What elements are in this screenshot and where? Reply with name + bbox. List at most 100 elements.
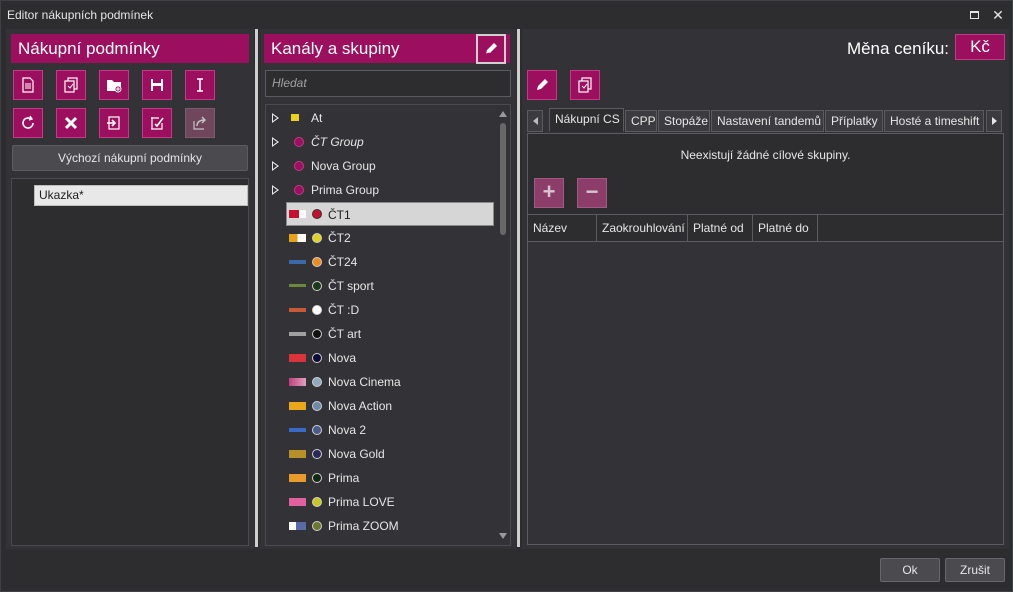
tree-scrollbar[interactable] bbox=[498, 107, 508, 543]
expand-icon[interactable] bbox=[272, 137, 279, 147]
tree-group-nova[interactable]: Nova Group bbox=[266, 154, 498, 178]
grid-header: Název Zaokrouhlování Platné od Platné do bbox=[528, 215, 1003, 242]
rename-icon[interactable] bbox=[185, 70, 215, 100]
tab-priplatky[interactable]: Příplatky bbox=[825, 110, 883, 132]
currency-label: Měna ceníku: bbox=[846, 39, 949, 58]
channel-color-icon bbox=[312, 521, 322, 531]
export-icon[interactable] bbox=[185, 108, 215, 138]
channel-color-icon bbox=[312, 353, 322, 363]
scroll-up-icon[interactable] bbox=[499, 111, 507, 117]
chevron-right-icon bbox=[992, 117, 997, 125]
column-header[interactable]: Platné do bbox=[753, 215, 818, 242]
channel-logo-icon bbox=[289, 308, 306, 312]
channel-ct24[interactable]: ČT24 bbox=[266, 250, 498, 274]
channel-color-icon bbox=[312, 449, 322, 459]
save-icon[interactable] bbox=[142, 70, 172, 100]
tab-stopaze[interactable]: Stopáže bbox=[658, 110, 710, 132]
splitter-right[interactable] bbox=[517, 29, 520, 547]
tab-tandemy[interactable]: Nastavení tandemů bbox=[711, 110, 824, 132]
column-header[interactable]: Platné od bbox=[688, 215, 753, 242]
copy-icon[interactable] bbox=[56, 70, 86, 100]
scroll-down-icon[interactable] bbox=[499, 533, 507, 539]
search-input[interactable]: Hledat bbox=[265, 70, 511, 97]
channel-color-icon bbox=[312, 473, 322, 483]
channel-prima-love[interactable]: Prima LOVE bbox=[266, 490, 498, 514]
pencil-icon bbox=[537, 79, 548, 90]
cancel-button[interactable]: Zrušit bbox=[945, 558, 1005, 582]
edit-check-icon[interactable] bbox=[142, 108, 172, 138]
expand-icon[interactable] bbox=[272, 113, 279, 123]
tab-hoste-timeshift[interactable]: Hosté a timeshift bbox=[884, 110, 984, 132]
channels-header: Kanály a skupiny bbox=[264, 34, 510, 63]
splitter-left[interactable] bbox=[255, 29, 258, 547]
tab-nakupni-cs[interactable]: Nákupní CS bbox=[549, 108, 624, 132]
folder-icon bbox=[291, 114, 299, 121]
expand-icon[interactable] bbox=[272, 185, 279, 195]
new-document-icon[interactable] bbox=[13, 70, 43, 100]
channel-logo-icon bbox=[289, 498, 306, 506]
expand-icon[interactable] bbox=[272, 161, 279, 171]
channel-nova-2[interactable]: Nova 2 bbox=[266, 418, 498, 442]
column-header[interactable]: Název bbox=[528, 215, 597, 242]
channel-color-icon bbox=[312, 377, 322, 387]
empty-message: Neexistují žádné cílové skupiny. bbox=[680, 148, 851, 162]
channel-logo-icon bbox=[289, 474, 306, 482]
channel-ct-art[interactable]: ČT art bbox=[266, 322, 498, 346]
channel-color-icon bbox=[312, 209, 322, 219]
tree-group-ct[interactable]: ČT Group bbox=[266, 130, 498, 154]
tab-content: Neexistují žádné cílové skupiny. + − Náz… bbox=[527, 133, 1004, 545]
conditions-list: Ukazka* bbox=[11, 178, 249, 546]
channel-logo-icon bbox=[289, 332, 306, 336]
remove-button[interactable]: − bbox=[577, 178, 607, 208]
channel-color-icon bbox=[312, 233, 322, 243]
channel-nova-action[interactable]: Nova Action bbox=[266, 394, 498, 418]
tree-group-prima[interactable]: Prima Group bbox=[266, 178, 498, 202]
channel-color-icon bbox=[312, 401, 322, 411]
channel-logo-icon bbox=[289, 260, 306, 264]
channel-ct1[interactable]: ČT1 bbox=[286, 202, 494, 226]
channel-prima[interactable]: Prima bbox=[266, 466, 498, 490]
title-bar: Editor nákupních podmínek ✕ bbox=[1, 1, 1012, 28]
channel-ct-sport[interactable]: ČT sport bbox=[266, 274, 498, 298]
column-header[interactable]: Zaokrouhlování bbox=[597, 215, 688, 242]
channel-color-icon bbox=[312, 281, 322, 291]
group-color-icon bbox=[294, 185, 304, 195]
copy-button[interactable] bbox=[570, 70, 600, 100]
import-icon[interactable] bbox=[99, 108, 129, 138]
channel-nova-gold[interactable]: Nova Gold bbox=[266, 442, 498, 466]
edit-channels-button[interactable] bbox=[476, 34, 506, 64]
channels-tree: At ČT Group Nova Group Prima Group ČT1 Č… bbox=[265, 104, 511, 546]
list-item[interactable]: Ukazka* bbox=[34, 185, 248, 206]
refresh-icon[interactable] bbox=[13, 108, 43, 138]
detail-pane: Měna ceníku: Kč Nákupní CS CPP Stopáže N… bbox=[522, 29, 1009, 549]
channel-logo-icon bbox=[289, 354, 306, 362]
tab-strip: Nákupní CS CPP Stopáže Nastavení tandemů… bbox=[527, 107, 1007, 133]
tab-cpp[interactable]: CPP bbox=[625, 110, 657, 132]
channel-ct-d[interactable]: ČT :D bbox=[266, 298, 498, 322]
channel-color-icon bbox=[312, 305, 322, 315]
channel-logo-icon bbox=[289, 284, 306, 287]
channel-color-icon bbox=[312, 425, 322, 435]
delete-icon[interactable] bbox=[56, 108, 86, 138]
channel-logo-icon bbox=[289, 402, 306, 410]
channel-prima-zoom[interactable]: Prima ZOOM bbox=[266, 514, 498, 538]
close-icon[interactable]: ✕ bbox=[990, 7, 1006, 23]
currency-button[interactable]: Kč bbox=[955, 34, 1005, 60]
edit-button[interactable] bbox=[527, 70, 557, 100]
channel-logo-icon bbox=[289, 210, 306, 218]
channel-nova-cinema[interactable]: Nova Cinema bbox=[266, 370, 498, 394]
scroll-thumb[interactable] bbox=[500, 123, 506, 235]
ok-button[interactable]: Ok bbox=[880, 558, 940, 582]
tree-group-at[interactable]: At bbox=[266, 106, 498, 130]
channel-logo-icon bbox=[289, 428, 306, 432]
tab-scroll-left[interactable] bbox=[527, 110, 543, 132]
maximize-icon[interactable] bbox=[966, 7, 982, 23]
tab-scroll-right[interactable] bbox=[986, 110, 1002, 132]
add-button[interactable]: + bbox=[534, 178, 564, 208]
open-folder-icon[interactable] bbox=[99, 70, 129, 100]
channel-logo-icon bbox=[289, 450, 306, 458]
channel-nova[interactable]: Nova bbox=[266, 346, 498, 370]
default-conditions-button[interactable]: Výchozí nákupní podmínky bbox=[12, 145, 248, 171]
channel-ct2[interactable]: ČT2 bbox=[266, 226, 498, 250]
chevron-left-icon bbox=[533, 117, 538, 125]
